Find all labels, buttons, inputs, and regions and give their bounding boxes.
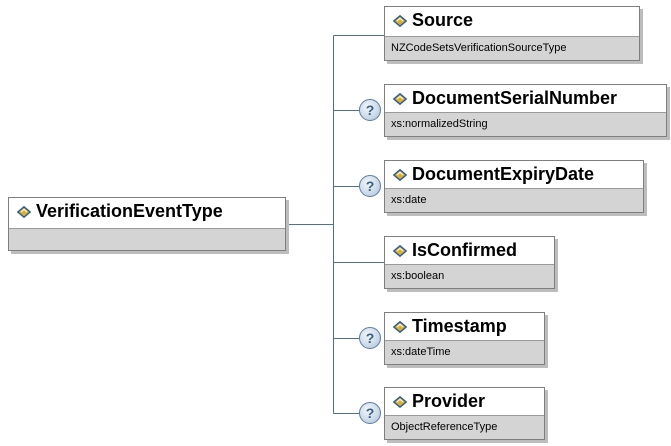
optional-marker-icon: ? — [359, 99, 381, 121]
element-type-timestamp: xs:dateTime — [385, 340, 544, 364]
element-diamond-icon — [393, 244, 407, 257]
element-box-document-expiry-date[interactable]: DocumentExpiryDate xs:date — [384, 160, 644, 213]
element-name-provider: Provider — [412, 391, 486, 411]
element-diamond-icon — [393, 168, 407, 181]
element-diamond-icon — [393, 395, 407, 408]
optional-marker-icon: ? — [359, 402, 381, 424]
element-type-is-confirmed: xs:boolean — [385, 264, 554, 288]
element-diamond-icon — [393, 320, 407, 333]
element-name-timestamp: Timestamp — [412, 316, 507, 336]
element-name-is-confirmed: IsConfirmed — [412, 240, 518, 260]
element-diamond-icon — [17, 205, 31, 218]
optional-marker-icon: ? — [359, 175, 381, 197]
element-type-document-serial-number: xs:normalizedString — [385, 112, 666, 136]
element-name-document-expiry-date: DocumentExpiryDate — [412, 164, 595, 184]
element-box-timestamp[interactable]: Timestamp xs:dateTime — [384, 312, 545, 365]
element-name-source: Source — [412, 10, 474, 30]
element-box-source[interactable]: Source NZCodeSetsVerificationSourceType — [384, 6, 640, 61]
element-box-is-confirmed[interactable]: IsConfirmed xs:boolean — [384, 236, 555, 289]
element-name-document-serial-number: DocumentSerialNumber — [412, 88, 618, 108]
optional-marker-icon: ? — [359, 327, 381, 349]
element-box-provider[interactable]: Provider ObjectReferenceType — [384, 387, 545, 440]
element-box-document-serial-number[interactable]: DocumentSerialNumber xs:normalizedString — [384, 84, 667, 137]
element-diamond-icon — [393, 14, 407, 27]
element-type-document-expiry-date: xs:date — [385, 188, 643, 212]
root-element-box[interactable]: VerificationEventType — [8, 197, 286, 251]
root-type-bar — [9, 228, 285, 250]
element-type-source: NZCodeSetsVerificationSourceType — [385, 36, 639, 60]
element-diamond-icon — [393, 92, 407, 105]
element-type-provider: ObjectReferenceType — [385, 415, 544, 439]
root-element-name: VerificationEventType — [36, 201, 223, 221]
schema-diagram: VerificationEventType Source NZCodeSetsV… — [0, 0, 671, 446]
